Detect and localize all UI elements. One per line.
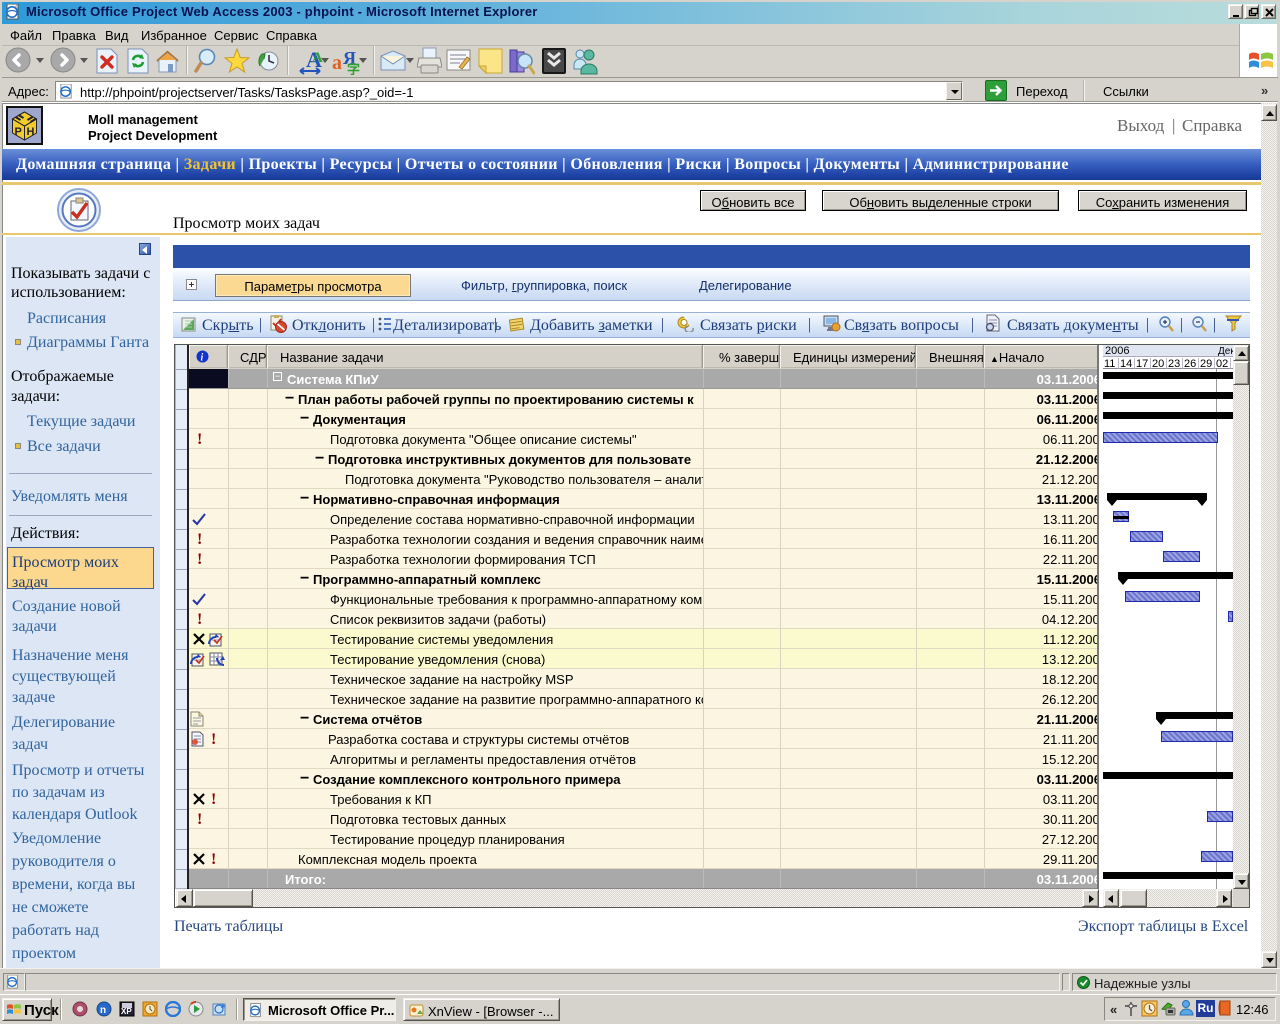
svg-text:H: H: [27, 126, 35, 138]
svg-text:字: 字: [347, 62, 360, 75]
svg-text:а: а: [332, 52, 342, 74]
svg-text:n: n: [100, 1005, 106, 1016]
svg-text:XP: XP: [121, 1007, 132, 1016]
svg-text:P: P: [15, 126, 22, 138]
